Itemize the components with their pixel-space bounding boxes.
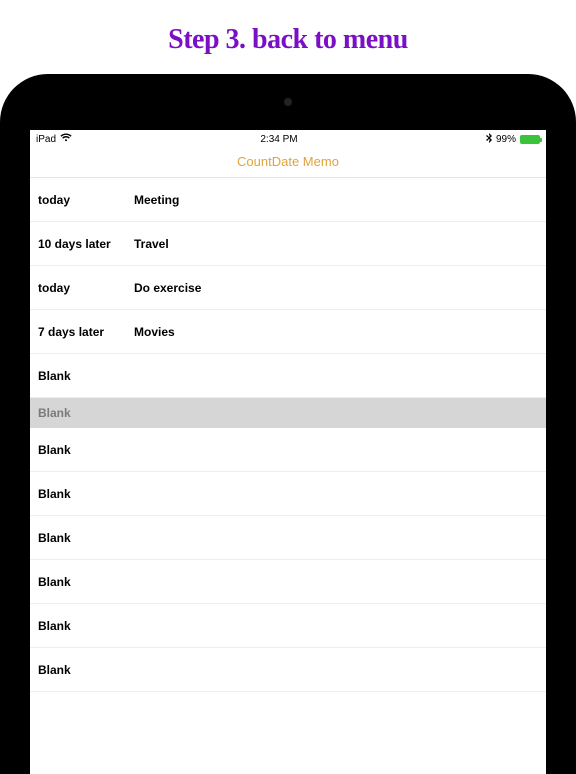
list-item[interactable]: Blank bbox=[30, 604, 546, 648]
when-label: today bbox=[38, 281, 134, 295]
bluetooth-icon bbox=[486, 133, 492, 146]
list-item[interactable]: Blank bbox=[30, 472, 546, 516]
when-label: Blank bbox=[38, 369, 134, 383]
when-label: today bbox=[38, 193, 134, 207]
list-item[interactable]: Blank bbox=[30, 354, 546, 398]
list-item[interactable]: Blank bbox=[30, 560, 546, 604]
what-label: Travel bbox=[134, 237, 538, 251]
clock: 2:34 PM bbox=[260, 134, 297, 145]
when-label: Blank bbox=[38, 487, 134, 501]
what-label: Meeting bbox=[134, 193, 538, 207]
list-item[interactable]: Blank bbox=[30, 516, 546, 560]
wifi-icon bbox=[60, 133, 72, 145]
battery-icon bbox=[520, 135, 540, 144]
when-label: Blank bbox=[38, 619, 134, 633]
device-screen: iPad 2:34 PM 99% CountDate Memo todayMee… bbox=[30, 130, 546, 774]
when-label: Blank bbox=[38, 406, 134, 420]
what-label: Movies bbox=[134, 325, 538, 339]
promo-title: Step 3. back to menu bbox=[0, 0, 576, 74]
when-label: Blank bbox=[38, 663, 134, 677]
tablet-frame: iPad 2:34 PM 99% CountDate Memo todayMee… bbox=[0, 74, 576, 774]
list-item[interactable]: todayDo exercise bbox=[30, 266, 546, 310]
list-item[interactable]: Blank bbox=[30, 428, 546, 472]
memo-list[interactable]: todayMeeting10 days laterTraveltodayDo e… bbox=[30, 178, 546, 774]
list-item[interactable]: Blank bbox=[30, 398, 546, 428]
list-item[interactable]: todayMeeting bbox=[30, 178, 546, 222]
highlight-band: Blank bbox=[30, 398, 546, 428]
carrier-label: iPad bbox=[36, 134, 56, 145]
when-label: 7 days later bbox=[38, 325, 134, 339]
when-label: Blank bbox=[38, 531, 134, 545]
what-label: Do exercise bbox=[134, 281, 538, 295]
app-title: CountDate Memo bbox=[30, 148, 546, 178]
list-item[interactable]: 10 days laterTravel bbox=[30, 222, 546, 266]
when-label: 10 days later bbox=[38, 237, 134, 251]
when-label: Blank bbox=[38, 575, 134, 589]
status-bar: iPad 2:34 PM 99% bbox=[30, 130, 546, 148]
battery-percent: 99% bbox=[496, 134, 516, 145]
list-item[interactable]: 7 days laterMovies bbox=[30, 310, 546, 354]
when-label: Blank bbox=[38, 443, 134, 457]
list-item[interactable]: Blank bbox=[30, 648, 546, 692]
